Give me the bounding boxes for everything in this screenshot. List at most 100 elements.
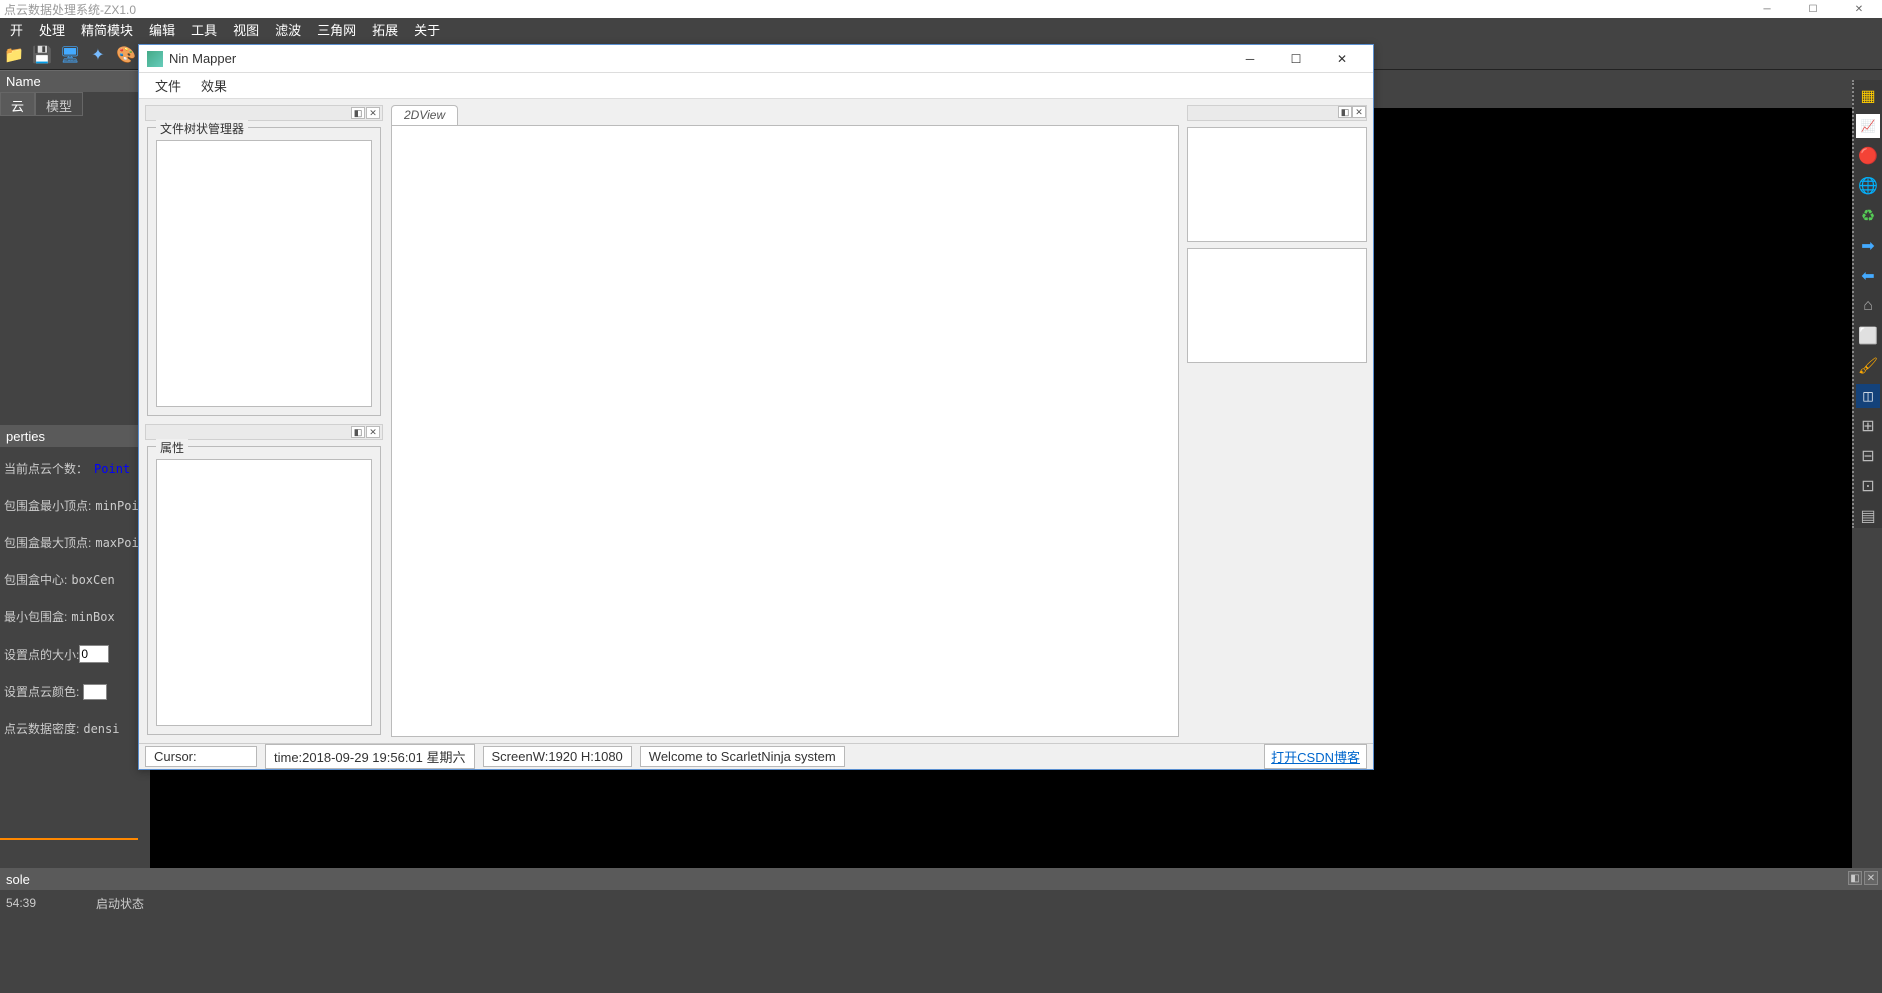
- prop-density: 点云数据密度: densi: [0, 710, 138, 747]
- menu-view[interactable]: 视图: [225, 18, 267, 41]
- nm-tab-2dview[interactable]: 2DView: [391, 105, 458, 125]
- toolbar-save-icon[interactable]: 💾: [30, 43, 54, 67]
- orange-separator: [0, 838, 138, 840]
- left-tabs: 云 模型: [0, 92, 138, 116]
- main-titlebar: 点云数据处理系统-ZX1.0 ─ ☐ ✕: [0, 0, 1882, 18]
- name-panel-header: Name: [0, 70, 138, 92]
- console-status: 启动状态: [96, 895, 144, 912]
- prop-color: 设置点云颜色:: [0, 673, 138, 710]
- main-title: 点云数据处理系统-ZX1.0: [4, 1, 136, 18]
- menu-process[interactable]: 处理: [31, 18, 73, 41]
- nm-menubar: 文件 效果: [139, 73, 1373, 99]
- nm-menu-effect[interactable]: 效果: [191, 73, 237, 98]
- view1-icon[interactable]: ◫: [1856, 384, 1880, 408]
- prop-count: 当前点云个数： Point: [0, 450, 138, 487]
- toolbar-tool1-icon[interactable]: ✦: [86, 43, 110, 67]
- nm-titlebar[interactable]: Nin Mapper ─ ☐ ✕: [139, 45, 1373, 73]
- nm-statusbar: Cursor: time:2018-09-29 19:56:01 星期六 Scr…: [139, 743, 1373, 769]
- nm-status-cursor: Cursor:: [145, 746, 257, 767]
- nm-panel-float-button[interactable]: ◧: [351, 107, 365, 119]
- nm-right-float-button[interactable]: ◧: [1338, 106, 1352, 118]
- nm-left-column: ◧ ✕ 文件树状管理器 ◧ ✕ 属性: [145, 105, 383, 737]
- prop-max: 包围盒最大顶点: maxPoi: [0, 524, 138, 561]
- nm-status-welcome: Welcome to ScarletNinja system: [640, 746, 845, 767]
- nm-props-view[interactable]: [156, 459, 372, 726]
- nm-props-close-button[interactable]: ✕: [366, 426, 380, 438]
- main-close-button[interactable]: ✕: [1836, 0, 1882, 18]
- point-size-input[interactable]: [79, 645, 109, 663]
- main-menubar: 开 处理 精简模块 编辑 工具 视图 滤波 三角网 拓展 关于: [0, 18, 1882, 40]
- nm-props-panel: ◧ ✕ 属性: [145, 424, 383, 737]
- menu-open[interactable]: 开: [2, 18, 31, 41]
- view3-icon[interactable]: ⊟: [1856, 444, 1880, 468]
- main-maximize-button[interactable]: ☐: [1790, 0, 1836, 18]
- main-minimize-button[interactable]: ─: [1744, 0, 1790, 18]
- menu-extend[interactable]: 拓展: [364, 18, 406, 41]
- view5-icon[interactable]: ▤: [1856, 504, 1880, 528]
- menu-about[interactable]: 关于: [406, 18, 448, 41]
- properties-header: perties: [0, 425, 138, 447]
- prop-center: 包围盒中心: boxCen: [0, 561, 138, 598]
- properties-panel: 当前点云个数： Point 包围盒最小顶点: minPoi 包围盒最大顶点: m…: [0, 450, 138, 747]
- prop-minbox: 最小包围盒: minBox: [0, 598, 138, 635]
- nm-right-close-button[interactable]: ✕: [1352, 106, 1366, 118]
- nm-title: Nin Mapper: [169, 51, 236, 66]
- toolbar-open-icon[interactable]: 📁: [2, 43, 26, 67]
- console-close-button[interactable]: ✕: [1864, 871, 1878, 885]
- prop-min: 包围盒最小顶点: minPoi: [0, 487, 138, 524]
- nm-panel-close-button[interactable]: ✕: [366, 107, 380, 119]
- nm-status-csdn-link[interactable]: 打开CSDN博客: [1264, 744, 1367, 769]
- nm-props-float-button[interactable]: ◧: [351, 426, 365, 438]
- chart-icon[interactable]: 📈: [1856, 114, 1880, 138]
- point-color-swatch[interactable]: [83, 684, 107, 700]
- recycle-icon[interactable]: ♻: [1856, 204, 1880, 228]
- nm-body: ◧ ✕ 文件树状管理器 ◧ ✕ 属性: [139, 99, 1373, 743]
- console-float-button[interactable]: ◧: [1848, 871, 1862, 885]
- cube-icon[interactable]: ⬜: [1856, 324, 1880, 348]
- nm-file-tree-group: 文件树状管理器: [147, 127, 381, 416]
- menu-simplify[interactable]: 精简模块: [73, 18, 141, 41]
- view2-icon[interactable]: ⊞: [1856, 414, 1880, 438]
- nm-file-tree-header: ◧ ✕: [145, 105, 383, 121]
- toolbar-display-icon[interactable]: 🖥: [58, 43, 82, 67]
- nm-file-tree-panel: ◧ ✕ 文件树状管理器: [145, 105, 383, 418]
- color-tool-icon[interactable]: 🔴: [1856, 144, 1880, 168]
- nm-right-column: ◧ ✕: [1187, 105, 1367, 737]
- console-time: 54:39: [6, 896, 36, 910]
- nm-file-tree-view[interactable]: [156, 140, 372, 407]
- nm-props-header: ◧ ✕: [145, 424, 383, 440]
- nm-minimize-button[interactable]: ─: [1227, 45, 1273, 73]
- nm-menu-file[interactable]: 文件: [145, 73, 191, 98]
- menu-edit[interactable]: 编辑: [141, 18, 183, 41]
- menu-tools[interactable]: 工具: [183, 18, 225, 41]
- view4-icon[interactable]: ⊡: [1856, 474, 1880, 498]
- arrow-right-icon[interactable]: ➡: [1856, 234, 1880, 258]
- nm-maximize-button[interactable]: ☐: [1273, 45, 1319, 73]
- home-icon[interactable]: ⌂: [1856, 294, 1880, 318]
- nm-2d-viewport[interactable]: [391, 125, 1179, 737]
- brush-icon[interactable]: 🖌: [1856, 354, 1880, 378]
- menu-filter[interactable]: 滤波: [267, 18, 309, 41]
- grid-icon[interactable]: ▦: [1856, 84, 1880, 108]
- toolbar-palette-icon[interactable]: 🎨: [114, 43, 138, 67]
- nm-close-button[interactable]: ✕: [1319, 45, 1365, 73]
- console-panel: 54:39 启动状态: [0, 890, 1882, 916]
- nm-status-time: time:2018-09-29 19:56:01 星期六: [265, 744, 475, 769]
- console-header: sole ◧ ✕: [0, 868, 1882, 890]
- nm-right-header: ◧ ✕: [1187, 105, 1367, 121]
- arrow-left-icon[interactable]: ⬅: [1856, 264, 1880, 288]
- globe-icon[interactable]: 🌐: [1856, 174, 1880, 198]
- nm-right-panel-1[interactable]: [1187, 127, 1367, 242]
- nm-file-tree-title: 文件树状管理器: [156, 120, 248, 137]
- nm-view-tabs: 2DView: [391, 105, 1179, 125]
- nin-mapper-window: Nin Mapper ─ ☐ ✕ 文件 效果 ◧ ✕ 文件树状管理器: [138, 44, 1374, 770]
- nm-right-panel-2[interactable]: [1187, 248, 1367, 363]
- nm-status-screen: ScreenW:1920 H:1080: [483, 746, 632, 767]
- tab-cloud[interactable]: 云: [0, 92, 35, 116]
- nm-props-title: 属性: [156, 439, 188, 456]
- menu-triangulation[interactable]: 三角网: [309, 18, 364, 41]
- nm-app-icon: [147, 51, 163, 67]
- nm-props-group: 属性: [147, 446, 381, 735]
- nm-center-column: 2DView: [391, 105, 1179, 737]
- tab-model[interactable]: 模型: [35, 92, 83, 116]
